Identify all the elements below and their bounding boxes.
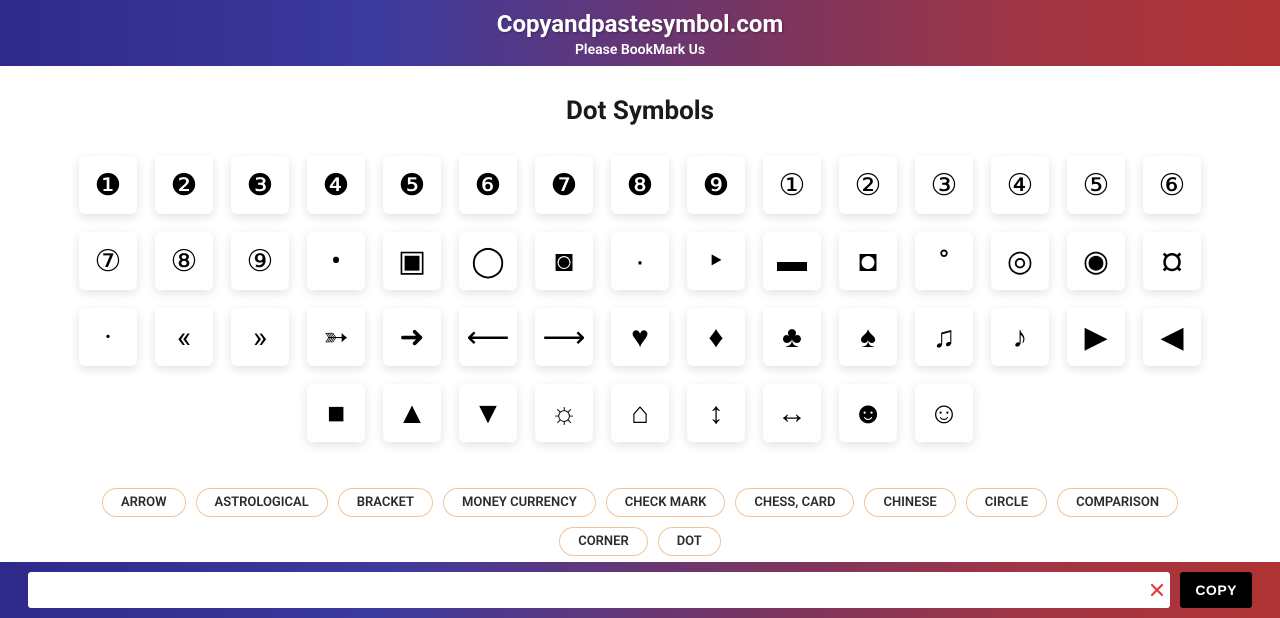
symbol-tile[interactable]: ① — [763, 156, 821, 214]
symbol-tile[interactable]: ❸ — [231, 156, 289, 214]
symbol-tile[interactable]: ④ — [991, 156, 1049, 214]
category-tag[interactable]: MONEY CURRENCY — [443, 488, 596, 517]
symbol-tile[interactable]: ▼ — [459, 384, 517, 442]
symbol-tile[interactable]: ❾ — [687, 156, 745, 214]
symbol-tile[interactable]: ⟶ — [535, 308, 593, 366]
symbol-tile[interactable]: » — [231, 308, 289, 366]
symbol-tile[interactable]: ♪ — [991, 308, 1049, 366]
header: Copyandpastesymbol.com Please BookMark U… — [0, 0, 1280, 66]
symbol-tile[interactable]: ‣ — [687, 232, 745, 290]
close-icon — [1147, 580, 1167, 600]
symbol-tile[interactable]: ☼ — [535, 384, 593, 442]
category-tag[interactable]: CHECK MARK — [606, 488, 726, 517]
category-tag[interactable]: CIRCLE — [966, 488, 1047, 517]
category-tags: ARROW ASTROLOGICAL BRACKET MONEY CURRENCY CH… — [60, 478, 1220, 556]
site-title: Copyandpastesymbol.com — [0, 10, 1280, 38]
symbol-tile[interactable]: ◙ — [535, 232, 593, 290]
page-title: Dot Symbols — [60, 96, 1220, 126]
symbol-tile[interactable]: ❼ — [535, 156, 593, 214]
symbol-tile[interactable]: ♥ — [611, 308, 669, 366]
symbol-tile[interactable]: ② — [839, 156, 897, 214]
symbol-tile[interactable]: ❺ — [383, 156, 441, 214]
category-tag[interactable]: COMPARISON — [1057, 488, 1178, 517]
symbol-tile[interactable]: • — [307, 232, 365, 290]
symbol-tile[interactable]: ③ — [915, 156, 973, 214]
symbol-tile[interactable]: ⌂ — [611, 384, 669, 442]
copy-button[interactable]: COPY — [1180, 572, 1252, 608]
symbol-tile[interactable]: ❶ — [79, 156, 137, 214]
category-tag[interactable]: CHESS, CARD — [735, 488, 854, 517]
symbol-tile[interactable]: ▲ — [383, 384, 441, 442]
symbol-tile[interactable]: ♫ — [915, 308, 973, 366]
symbol-tile[interactable]: ⑤ — [1067, 156, 1125, 214]
symbol-tile[interactable]: ❻ — [459, 156, 517, 214]
symbol-tile[interactable]: ☻ — [839, 384, 897, 442]
symbol-tile[interactable]: ➜ — [383, 308, 441, 366]
symbol-tile[interactable]: ◘ — [839, 232, 897, 290]
symbol-tile[interactable]: ❷ — [155, 156, 213, 214]
symbol-tile[interactable]: ☺ — [915, 384, 973, 442]
symbol-tile[interactable]: ⑨ — [231, 232, 289, 290]
symbol-tile[interactable]: ➳ — [307, 308, 365, 366]
symbol-tile[interactable]: ∙ — [611, 232, 669, 290]
symbol-tile[interactable]: ↕ — [687, 384, 745, 442]
symbol-tile[interactable]: ▣ — [383, 232, 441, 290]
symbol-tile[interactable]: ■ — [307, 384, 365, 442]
copy-bar: COPY — [0, 562, 1280, 618]
symbol-tile[interactable]: ⟵ — [459, 308, 517, 366]
copy-input[interactable] — [28, 572, 1170, 608]
symbol-tile[interactable]: ◀ — [1143, 308, 1201, 366]
symbol-tile[interactable]: ❹ — [307, 156, 365, 214]
symbol-tile[interactable]: ↔ — [763, 384, 821, 442]
symbol-tile[interactable]: ❽ — [611, 156, 669, 214]
category-tag[interactable]: ARROW — [102, 488, 186, 517]
symbol-tile[interactable]: ◉ — [1067, 232, 1125, 290]
symbol-tile[interactable]: ◯ — [459, 232, 517, 290]
category-tag[interactable]: BRACKET — [338, 488, 433, 517]
symbol-tile[interactable]: « — [155, 308, 213, 366]
symbol-grid: ❶❷❸❹❺❻❼❽❾①②③④⑤⑥ ⑦⑧⑨ • ▣ ◯ ◙ ∙ ‣ ▬ ◘ ° ◎ ◉ ¤ · « » ➳ ➜ ⟵ ⟶ ♥ ♦ ♣… — [60, 156, 1220, 442]
category-tag[interactable]: CORNER — [559, 527, 648, 556]
symbol-tile[interactable]: · — [79, 308, 137, 366]
symbol-tile[interactable]: ♠ — [839, 308, 897, 366]
category-tag[interactable]: DOT — [658, 527, 721, 556]
symbol-tile[interactable]: ▶ — [1067, 308, 1125, 366]
symbol-tile[interactable]: ⑧ — [155, 232, 213, 290]
symbol-tile[interactable]: ▬ — [763, 232, 821, 290]
category-tag[interactable]: CHINESE — [864, 488, 955, 517]
symbol-tile[interactable]: ¤ — [1143, 232, 1201, 290]
category-tag[interactable]: ASTROLOGICAL — [196, 488, 328, 517]
symbol-tile[interactable]: ⑦ — [79, 232, 137, 290]
symbol-tile[interactable]: ♣ — [763, 308, 821, 366]
symbol-tile[interactable]: ♦ — [687, 308, 745, 366]
site-subtitle: Please BookMark Us — [0, 42, 1280, 58]
clear-button[interactable] — [1142, 575, 1172, 605]
main-content: Dot Symbols ❶❷❸❹❺❻❼❽❾①②③④⑤⑥ ⑦⑧⑨ • ▣ ◯ ◙ ∙ ‣ ▬ ◘ ° ◎… — [0, 66, 1280, 566]
symbol-tile[interactable]: ⑥ — [1143, 156, 1201, 214]
symbol-tile[interactable]: ◎ — [991, 232, 1049, 290]
symbol-tile[interactable]: ° — [915, 232, 973, 290]
